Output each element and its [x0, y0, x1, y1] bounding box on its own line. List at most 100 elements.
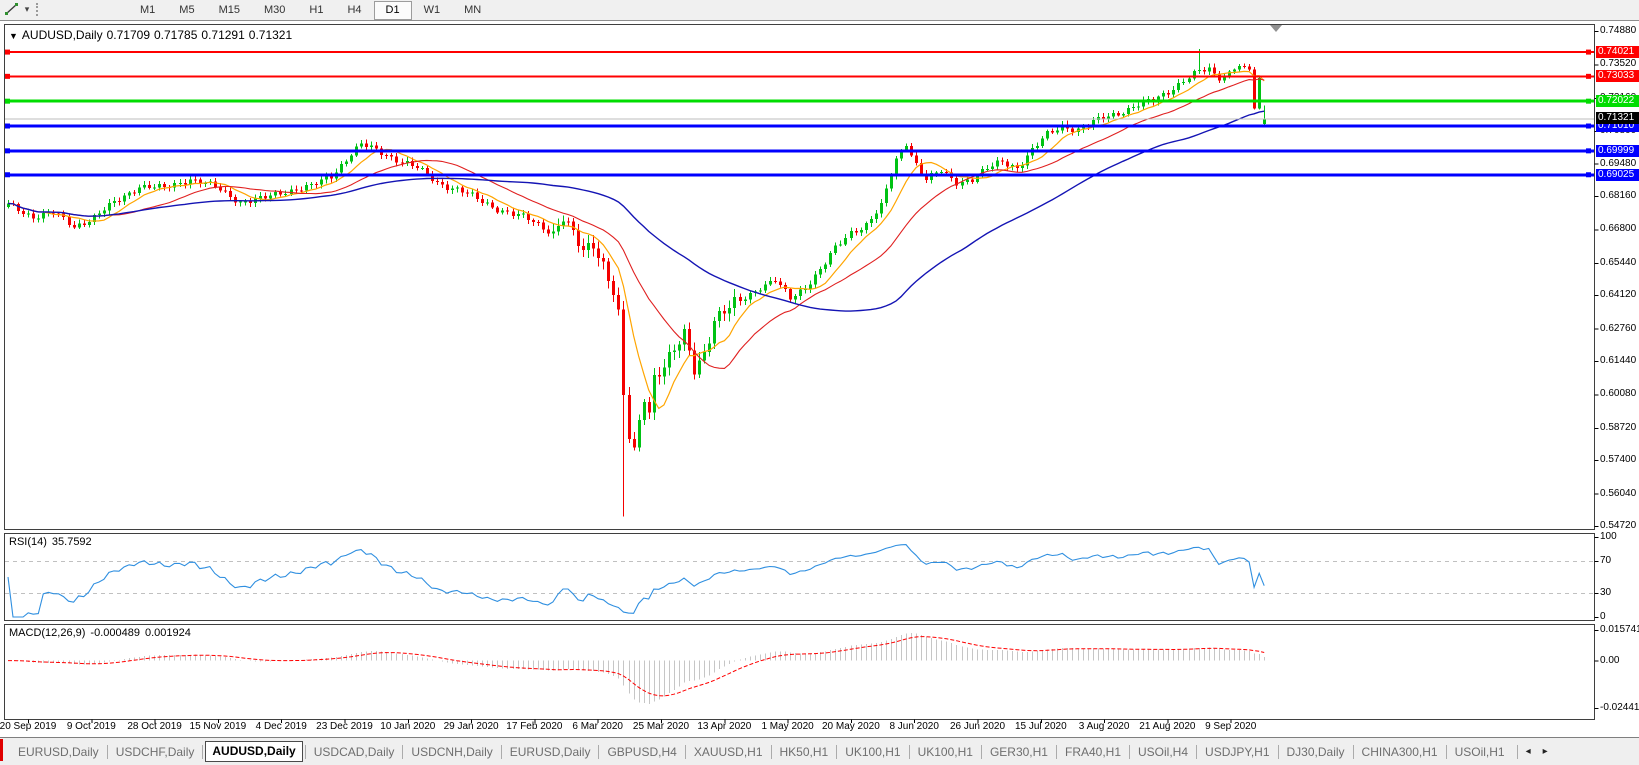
candle-body	[32, 213, 35, 219]
symbol-tab-USDCNH-Daily[interactable]: USDCNH,Daily	[405, 742, 498, 762]
price-chart-canvas[interactable]	[0, 0, 1639, 764]
chart-shift-marker-icon[interactable]	[1270, 25, 1282, 32]
candle-body	[1117, 113, 1120, 116]
candle-body	[476, 192, 479, 199]
hline-left-handle[interactable]	[5, 123, 10, 129]
symbol-tab-GER30-H1[interactable]: GER30,H1	[984, 742, 1054, 762]
candle-body	[890, 176, 893, 189]
symbol-tab-EURUSD-Daily[interactable]: EURUSD,Daily	[12, 742, 105, 762]
hline-left-handle[interactable]	[5, 73, 10, 79]
candle-body	[643, 402, 646, 420]
candle-body	[547, 229, 550, 234]
symbol-tab-FRA40-H1[interactable]: FRA40,H1	[1059, 742, 1127, 762]
symbol-tab-USOil-H1[interactable]: USOil,H1	[1449, 742, 1511, 762]
timeframe-button-D1[interactable]: D1	[373, 1, 412, 20]
candle-body	[274, 191, 277, 196]
timeframe-button-M30[interactable]: M30	[252, 1, 297, 20]
candle-body	[451, 188, 454, 190]
candle-body	[668, 351, 671, 368]
candle-body	[506, 210, 509, 212]
candle-body	[128, 192, 131, 196]
dropdown-caret-icon[interactable]: ▾	[21, 1, 33, 18]
candle-body	[466, 192, 469, 194]
candle-body	[264, 196, 267, 199]
timeframe-button-M15[interactable]: M15	[207, 1, 252, 20]
candle-body	[375, 145, 378, 149]
symbol-tab-HK50-H1[interactable]: HK50,H1	[774, 742, 835, 762]
candle-body	[698, 360, 701, 375]
hline-right-handle[interactable]	[1586, 49, 1591, 55]
candle-body	[501, 210, 504, 213]
symbol-tab-USDCHF-Daily[interactable]: USDCHF,Daily	[110, 742, 201, 762]
hline-left-handle[interactable]	[5, 148, 10, 154]
symbol-tab-EURUSD-Daily[interactable]: EURUSD,Daily	[504, 742, 597, 762]
trendline-tool-icon[interactable]	[3, 1, 21, 18]
timeframe-button-W1[interactable]: W1	[412, 1, 453, 20]
candle-body	[491, 202, 494, 208]
candle-body	[986, 168, 989, 170]
candle-body	[1188, 78, 1191, 82]
candle-body	[512, 211, 515, 216]
candle-body	[1243, 65, 1246, 67]
symbol-tab-DJ30-Daily[interactable]: DJ30,Daily	[1281, 742, 1351, 762]
tab-scroll-right-icon[interactable]: ▸	[1537, 746, 1554, 757]
candle-body	[678, 344, 681, 351]
symbol-tab-AUDUSD-Daily[interactable]: AUDUSD,Daily	[205, 741, 303, 762]
symbol-tab-USOil-H4[interactable]: USOil,H4	[1132, 742, 1194, 762]
candle-body	[633, 439, 636, 448]
candle-body	[703, 351, 706, 361]
tab-separator	[1055, 744, 1057, 759]
hline-right-handle[interactable]	[1586, 172, 1591, 178]
candle-body	[799, 289, 802, 297]
candle-body	[885, 188, 888, 203]
candle-body	[875, 213, 878, 219]
candle-body	[739, 297, 742, 302]
timeframe-button-M1[interactable]: M1	[128, 1, 167, 20]
candle-body	[1046, 131, 1049, 139]
candle-body	[850, 231, 853, 238]
symbol-tab-CHINA300-H1[interactable]: CHINA300,H1	[1356, 742, 1444, 762]
hline-left-handle[interactable]	[5, 49, 10, 55]
symbol-tab-GBPUSD-H4[interactable]: GBPUSD,H4	[601, 742, 682, 762]
candle-body	[663, 367, 666, 377]
candle-body	[673, 350, 676, 352]
hline-right-handle[interactable]	[1586, 148, 1591, 154]
tab-scroll-left-icon[interactable]: ◂	[1520, 746, 1537, 757]
tab-separator	[1352, 744, 1354, 759]
candle-body	[78, 223, 81, 228]
symbol-tab-USDCAD-Daily[interactable]: USDCAD,Daily	[308, 742, 401, 762]
candle-body	[1041, 138, 1044, 146]
tab-separator	[304, 744, 306, 759]
hline-left-handle[interactable]	[5, 98, 10, 104]
hline-right-handle[interactable]	[1586, 98, 1591, 104]
candle-body	[350, 155, 353, 162]
candle-body	[749, 293, 752, 300]
candle-body	[446, 184, 449, 190]
symbol-tab-UK100-H1[interactable]: UK100,H1	[912, 742, 979, 762]
timeframe-button-M5[interactable]: M5	[167, 1, 206, 20]
candle-body	[723, 310, 726, 314]
candle-body	[390, 155, 393, 157]
candle-body	[834, 245, 837, 254]
timeframe-buttons: M1 M5 M15 M30 H1 H4 D1 W1 MN	[128, 1, 493, 20]
candle-body	[320, 179, 323, 185]
hline-right-handle[interactable]	[1586, 73, 1591, 79]
candle-body	[779, 281, 782, 286]
timeframe-button-MN[interactable]: MN	[452, 1, 493, 20]
ma-line-slow	[7, 110, 1265, 312]
hline-left-handle[interactable]	[5, 172, 10, 178]
candle-body	[73, 225, 76, 228]
symbol-tab-UK100-H1[interactable]: UK100,H1	[839, 742, 906, 762]
symbol-tab-XAUUSD-H1[interactable]: XAUUSD,H1	[688, 742, 769, 762]
toolbar-grip-handle[interactable]	[36, 3, 41, 16]
candle-body	[153, 187, 156, 189]
timeframe-button-H1[interactable]: H1	[297, 1, 335, 20]
candle-body	[971, 179, 974, 182]
symbol-tab-USDJPY-H1[interactable]: USDJPY,H1	[1199, 742, 1275, 762]
tab-scroll-buttons: ◂ ▸	[1515, 744, 1554, 759]
candle-body	[1001, 160, 1004, 162]
candle-body	[1208, 67, 1211, 72]
candle-body	[865, 222, 868, 230]
hline-right-handle[interactable]	[1586, 123, 1591, 129]
timeframe-button-H4[interactable]: H4	[335, 1, 373, 20]
